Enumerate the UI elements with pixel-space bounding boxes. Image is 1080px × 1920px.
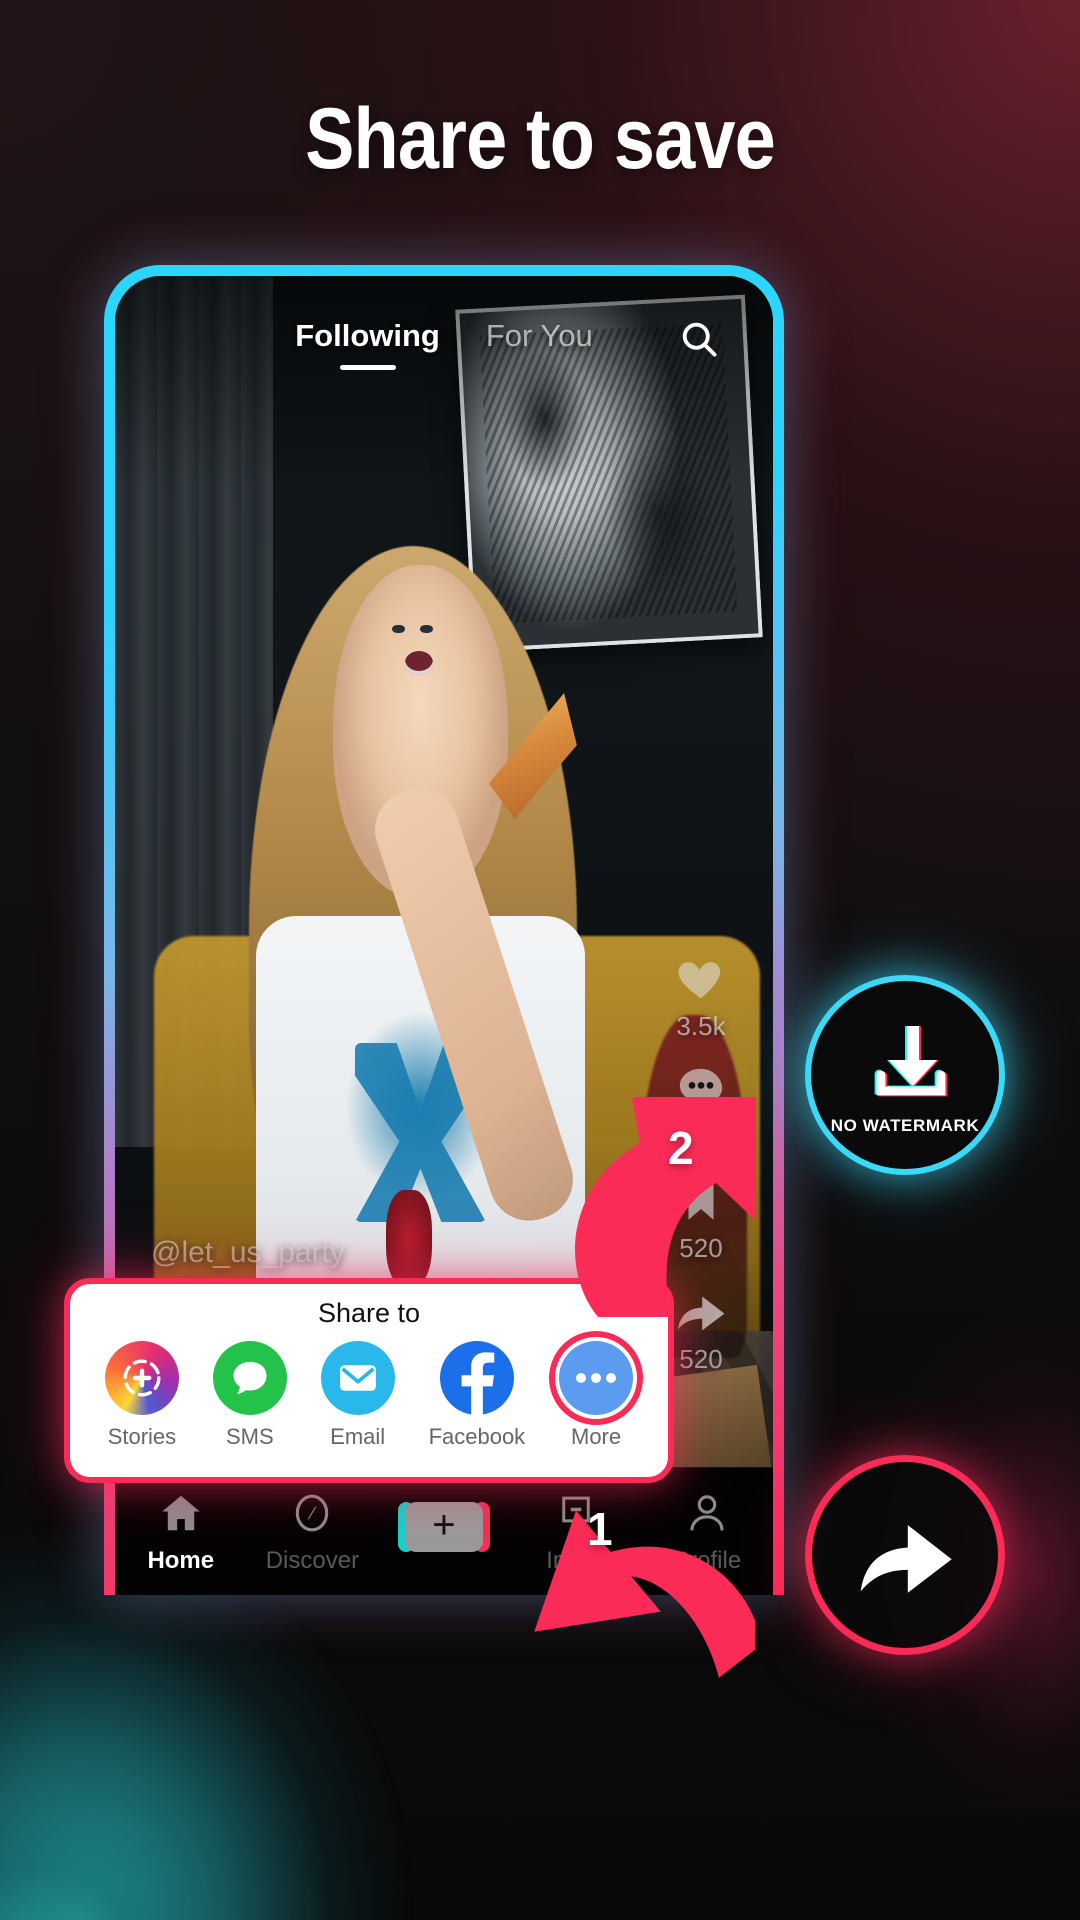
nav-label-discover: Discover <box>265 1546 360 1574</box>
home-icon <box>159 1489 203 1537</box>
step-number-2: 2 <box>668 1122 694 1174</box>
step-arrow-1: 1 <box>495 1470 762 1730</box>
nav-item-create[interactable]: + <box>381 1501 506 1561</box>
share-option-sms[interactable]: SMS <box>212 1341 287 1450</box>
share-arrow-icon <box>860 1525 952 1593</box>
plus-icon: + <box>397 1501 490 1552</box>
download-icon <box>874 1026 948 1097</box>
no-watermark-label: NO WATERMARK <box>830 1116 980 1135</box>
no-watermark-button[interactable]: NO WATERMARK <box>805 975 1005 1175</box>
step-number-1: 1 <box>587 1503 613 1555</box>
share-label-facebook: Facebook <box>428 1424 526 1449</box>
share-label-more: More <box>571 1424 622 1449</box>
search-icon[interactable] <box>677 317 721 361</box>
more-highlight-ring <box>549 1331 644 1425</box>
share-label-sms: SMS <box>225 1424 274 1449</box>
share-button[interactable] <box>805 1455 1005 1655</box>
nav-item-discover[interactable]: Discover <box>250 1489 375 1575</box>
more-dots-icon <box>549 1331 644 1425</box>
tab-for-you[interactable]: For You <box>486 318 593 360</box>
plus-glyph: + <box>432 1502 456 1547</box>
share-count: 520 <box>679 1344 723 1374</box>
page-title: Share to save <box>305 91 776 187</box>
background-teal-glow-inner <box>0 1612 346 1920</box>
share-sheet-items: Stories SMS Email Facebook More <box>70 1331 668 1450</box>
share-option-stories[interactable]: Stories <box>104 1341 179 1450</box>
nav-label-home: Home <box>147 1546 215 1574</box>
caption-username[interactable]: @let_us_party <box>151 1236 571 1270</box>
instagram-stories-icon <box>104 1341 179 1415</box>
sms-bubble-icon <box>212 1341 287 1415</box>
share-option-facebook[interactable]: Facebook <box>428 1341 526 1450</box>
facebook-icon <box>439 1341 514 1415</box>
step-arrow-2: 2 <box>520 1035 800 1325</box>
nav-item-home[interactable]: Home <box>118 1489 243 1575</box>
tab-following[interactable]: Following <box>295 318 440 360</box>
compass-icon <box>290 1489 334 1537</box>
share-option-email[interactable]: Email <box>320 1341 395 1450</box>
share-option-more[interactable]: More <box>549 1331 644 1450</box>
create-button[interactable]: + <box>397 1501 490 1552</box>
top-tab-bar: Following For You <box>115 304 773 374</box>
heart-icon <box>670 947 732 1009</box>
like-action[interactable]: 3.5k <box>670 947 732 1042</box>
share-label-email: Email <box>330 1424 386 1449</box>
share-label-stories: Stories <box>107 1424 177 1449</box>
email-envelope-icon <box>320 1341 395 1415</box>
